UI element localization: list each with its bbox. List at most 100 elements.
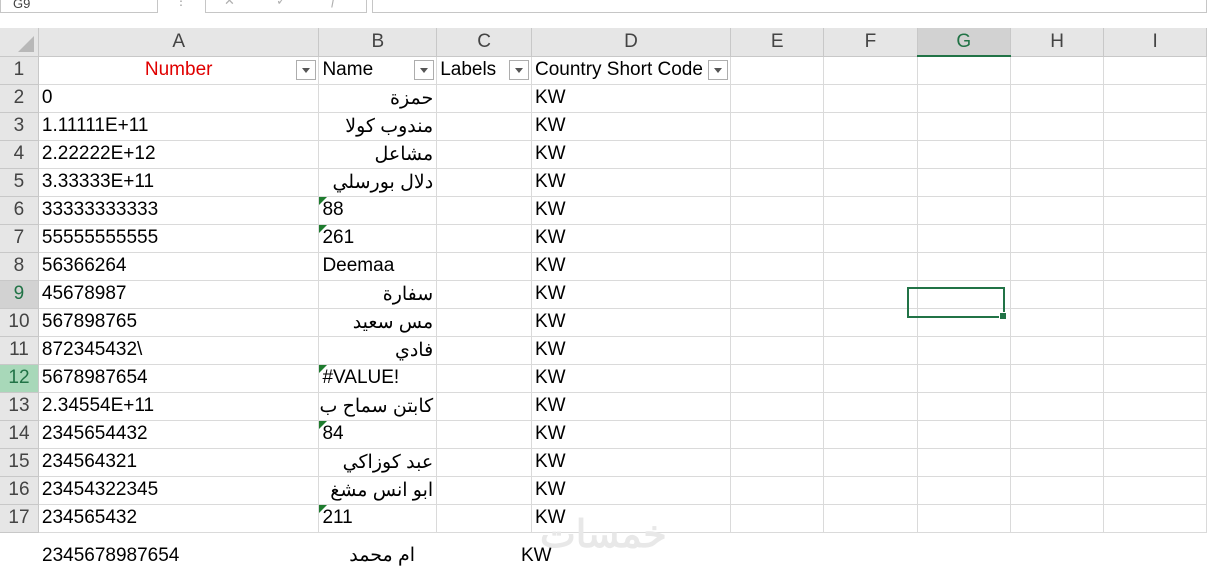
- cell-name[interactable]: ابو انس مشغ: [318, 476, 438, 505]
- cell-number[interactable]: 234565432: [38, 504, 320, 533]
- row-header[interactable]: 1: [0, 56, 39, 85]
- column-header-d[interactable]: D: [531, 28, 732, 57]
- cell[interactable]: [730, 56, 825, 85]
- header-cell-labels[interactable]: Labels: [436, 56, 532, 85]
- filter-dropdown-icon[interactable]: [296, 59, 317, 80]
- error-indicator-icon[interactable]: [319, 364, 328, 373]
- cell[interactable]: [1103, 280, 1207, 309]
- error-indicator-icon[interactable]: [319, 224, 328, 233]
- cell-labels[interactable]: [436, 112, 532, 141]
- enter-icon[interactable]: ✓: [276, 0, 287, 9]
- cell-name[interactable]: كابتن سماح ب: [318, 392, 438, 421]
- cell-labels[interactable]: [436, 308, 532, 337]
- cell-number[interactable]: 872345432\: [38, 336, 320, 365]
- cell[interactable]: [1010, 364, 1105, 393]
- cell-country[interactable]: KW: [531, 168, 732, 197]
- cell-name[interactable]: سفارة: [318, 280, 438, 309]
- cell-number[interactable]: 2345654432: [38, 420, 320, 449]
- cell[interactable]: [1103, 224, 1207, 253]
- cell[interactable]: [823, 84, 918, 113]
- name-box[interactable]: G9: [0, 0, 158, 13]
- row-header[interactable]: 12: [0, 364, 39, 393]
- cell-labels[interactable]: [436, 448, 532, 477]
- cell[interactable]: [917, 448, 1011, 477]
- filter-dropdown-icon[interactable]: [509, 59, 529, 80]
- cell[interactable]: [823, 196, 918, 225]
- cell-country[interactable]: KW: [531, 364, 732, 393]
- error-indicator-icon[interactable]: [319, 504, 328, 513]
- cell[interactable]: [823, 224, 918, 253]
- cell-number[interactable]: 567898765: [38, 308, 320, 337]
- row-header[interactable]: 11: [0, 336, 39, 365]
- row-header[interactable]: 7: [0, 224, 39, 253]
- cell-name[interactable]: 84: [318, 420, 438, 449]
- cell[interactable]: [1103, 168, 1207, 197]
- cell[interactable]: [917, 420, 1011, 449]
- cell[interactable]: [730, 504, 825, 533]
- cell-country[interactable]: KW: [531, 252, 732, 281]
- cell-country[interactable]: KW: [531, 476, 732, 505]
- cell[interactable]: [1010, 392, 1105, 421]
- cell-number[interactable]: 1.11111E+11: [38, 112, 320, 141]
- cell-labels[interactable]: [436, 336, 532, 365]
- cell-name[interactable]: حمزة: [318, 84, 438, 113]
- cell[interactable]: [1010, 168, 1105, 197]
- cell[interactable]: [917, 196, 1011, 225]
- cell-number[interactable]: 2.34554E+11: [38, 392, 320, 421]
- cell-name[interactable]: 88: [318, 196, 438, 225]
- cell[interactable]: [1103, 364, 1207, 393]
- cell[interactable]: [1010, 476, 1105, 505]
- cell-country[interactable]: KW: [531, 112, 732, 141]
- cell-name[interactable]: #VALUE!: [318, 364, 438, 393]
- error-indicator-icon[interactable]: [319, 196, 328, 205]
- cell[interactable]: [1010, 84, 1105, 113]
- cell[interactable]: [823, 364, 918, 393]
- header-cell-number[interactable]: Number: [38, 56, 320, 85]
- cell[interactable]: [917, 168, 1011, 197]
- cell[interactable]: [1010, 420, 1105, 449]
- cell-country[interactable]: KW: [531, 308, 732, 337]
- row-header[interactable]: 13: [0, 392, 39, 421]
- cell[interactable]: [823, 140, 918, 169]
- cell-number[interactable]: 45678987: [38, 280, 320, 309]
- cell-country[interactable]: KW: [531, 84, 732, 113]
- cell-name[interactable]: دلال بورسلي: [318, 168, 438, 197]
- cell[interactable]: [1103, 392, 1207, 421]
- cell-labels[interactable]: [436, 280, 532, 309]
- cell[interactable]: [823, 448, 918, 477]
- cell-labels[interactable]: [436, 476, 532, 505]
- cell[interactable]: [917, 504, 1011, 533]
- cell[interactable]: [1103, 196, 1207, 225]
- cell-country[interactable]: KW: [531, 392, 732, 421]
- column-header-h[interactable]: H: [1010, 28, 1105, 57]
- cell[interactable]: [730, 364, 825, 393]
- row-header[interactable]: 16: [0, 476, 39, 505]
- cell[interactable]: [917, 224, 1011, 253]
- row-header[interactable]: 4: [0, 140, 39, 169]
- cell[interactable]: [730, 112, 825, 141]
- cell[interactable]: [1010, 280, 1105, 309]
- cell[interactable]: [917, 112, 1011, 141]
- cell[interactable]: [730, 448, 825, 477]
- cell[interactable]: [730, 336, 825, 365]
- cell[interactable]: [1103, 336, 1207, 365]
- cell[interactable]: [730, 168, 825, 197]
- cell[interactable]: [1010, 252, 1105, 281]
- cell[interactable]: [730, 280, 825, 309]
- cell[interactable]: [1010, 448, 1105, 477]
- cell-labels[interactable]: [436, 196, 532, 225]
- cell-country[interactable]: KW: [531, 280, 732, 309]
- column-header-i[interactable]: I: [1103, 28, 1207, 57]
- cell[interactable]: [917, 364, 1011, 393]
- cell-country[interactable]: KW: [531, 336, 732, 365]
- cell[interactable]: [823, 56, 918, 85]
- cell-name[interactable]: مندوب كولا: [318, 112, 438, 141]
- cell[interactable]: [730, 140, 825, 169]
- cell-name[interactable]: مشاعل: [318, 140, 438, 169]
- cell[interactable]: [917, 392, 1011, 421]
- formula-input[interactable]: [372, 0, 1207, 13]
- cell-country[interactable]: KW: [531, 504, 732, 533]
- column-header-e[interactable]: E: [730, 28, 825, 57]
- row-header[interactable]: 3: [0, 112, 39, 141]
- cell[interactable]: [917, 280, 1011, 309]
